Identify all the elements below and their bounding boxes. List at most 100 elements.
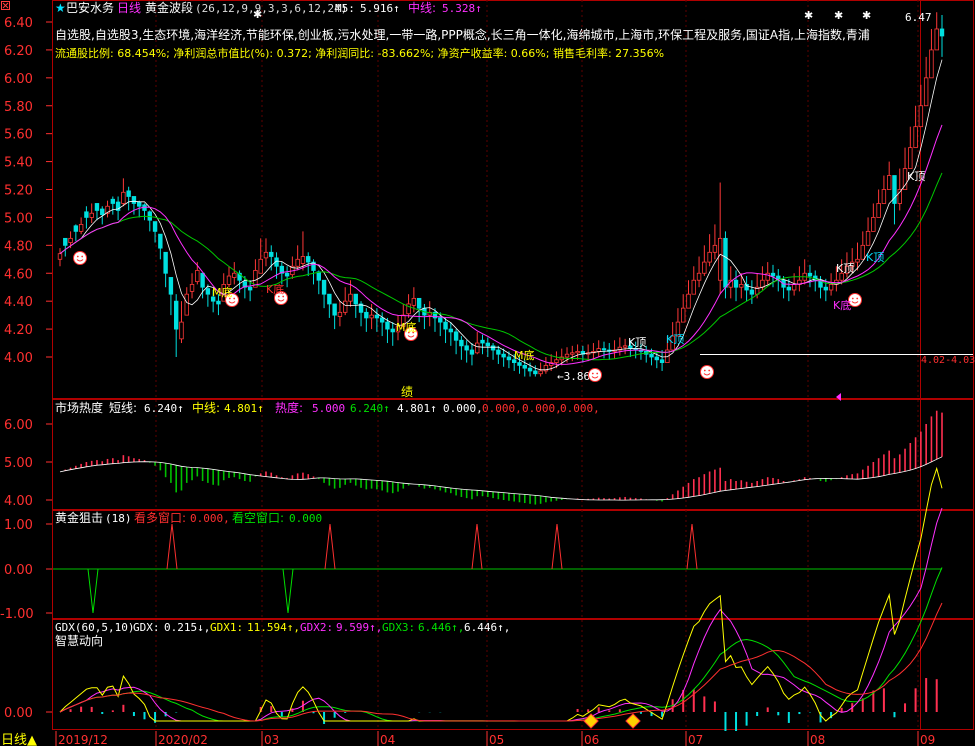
candle-body — [364, 311, 369, 319]
smiley-eye — [233, 297, 236, 300]
month-label: 09 — [920, 733, 935, 746]
candle-body — [443, 321, 448, 330]
candle-body — [490, 345, 496, 351]
candle-body — [459, 339, 464, 347]
candle-body — [770, 272, 776, 277]
candle-body — [226, 275, 232, 285]
candle-body — [533, 370, 538, 375]
k-top-label: K顶 — [907, 170, 925, 183]
candle-body — [284, 272, 290, 277]
candle-body — [506, 356, 512, 361]
mid-value: 5.328↑ — [442, 2, 482, 15]
candle-body — [480, 339, 485, 344]
low-price-label: ←3.86 — [557, 370, 590, 383]
k-bottom-label: K底 — [266, 282, 284, 296]
heat-v3: 0.000, — [443, 402, 483, 415]
gdx2-label: GDX2: — [300, 621, 333, 634]
date-axis: 日线▲ 2019/12 2020/02 03 04 05 06 07 08 09 — [0, 731, 975, 746]
candle-body — [327, 293, 332, 305]
candle-body — [94, 203, 100, 211]
candle-body — [369, 314, 374, 319]
candle-body — [918, 105, 924, 128]
gdx-label: GDX: — [133, 621, 160, 634]
candle-body — [934, 28, 939, 51]
candle-body — [269, 251, 274, 257]
close-icon[interactable] — [1, 1, 10, 10]
heat-title: 市场热度 — [55, 400, 103, 415]
bull-spike — [551, 523, 563, 570]
candle-body — [475, 342, 480, 354]
candle-body — [760, 279, 765, 288]
candle-body — [659, 359, 665, 363]
heat-mid-label: 中线: — [192, 400, 220, 415]
smiley-face — [700, 365, 714, 379]
smiley-eye — [81, 255, 84, 258]
candle-body — [263, 251, 269, 259]
smiley-icon — [73, 251, 87, 265]
candle-body — [374, 314, 380, 319]
period-toggle-button[interactable]: 日线▲ — [1, 733, 37, 746]
candle-body — [232, 272, 237, 278]
star-icon: ★ — [55, 1, 66, 15]
heat-short-value: 6.240↑ — [144, 402, 184, 415]
gdx-y-axis: 0.00 — [4, 706, 52, 721]
candle-body — [173, 300, 179, 330]
candle-body — [723, 237, 728, 288]
candle-body — [195, 270, 200, 283]
month-label: 04 — [380, 733, 395, 746]
candle-body — [733, 279, 739, 288]
candle-body — [78, 223, 84, 232]
y-tick-label: 6.20 — [4, 44, 33, 59]
perf-marker: 绩 — [401, 385, 413, 399]
candle-body — [57, 253, 63, 260]
candle-body — [464, 345, 469, 351]
gdx-extra-value: 6.446↑, — [464, 621, 510, 634]
m-bottom-label: M底 — [212, 285, 233, 299]
candle-body — [337, 311, 343, 317]
smiley-eye — [596, 372, 599, 375]
star-icon: ✱ — [253, 8, 262, 21]
bear-spike — [282, 568, 294, 614]
candle-body — [564, 353, 570, 358]
candle-body — [152, 221, 158, 232]
candle-body — [622, 345, 628, 348]
candle-body — [379, 317, 385, 323]
candle-body — [828, 284, 834, 291]
signal-markers: M底 K底 M底 M底 K顶 K顶 K顶 K顶 K底 K顶 ✱ ✱ ✱ ✱ — [73, 8, 925, 382]
smiley-eye — [708, 369, 711, 372]
y-tick-label: 6.00 — [4, 72, 33, 87]
k-top-label: K顶 — [666, 333, 684, 346]
candle-body — [295, 258, 300, 267]
month-label: 08 — [810, 733, 825, 746]
candle-body — [570, 352, 575, 355]
star-icon: ✱ — [804, 9, 813, 22]
month-label: 03 — [264, 733, 279, 746]
candle-body — [158, 233, 163, 249]
candle-body — [865, 230, 871, 246]
candle-body — [332, 303, 337, 316]
candle-body — [348, 293, 353, 302]
candle-body — [200, 272, 205, 288]
candle-body — [712, 244, 718, 253]
candle-body — [913, 126, 918, 149]
candle-body — [84, 211, 89, 218]
candle-body — [126, 190, 131, 197]
bear-spike — [87, 568, 99, 614]
k-top-label: K顶 — [866, 251, 884, 264]
y-tick-label: 5.00 — [4, 211, 33, 226]
candle-body — [189, 284, 195, 292]
heat-v4: 0.000, — [482, 402, 522, 415]
heat-v6: 0.000, — [560, 402, 600, 415]
candle-body — [686, 293, 691, 309]
candle-body — [691, 279, 696, 295]
smiley-icon — [588, 368, 602, 382]
gdx1-label: GDX1: — [210, 621, 243, 634]
candle-body — [517, 362, 522, 366]
bull-spike — [471, 523, 483, 570]
month-label: 07 — [688, 733, 703, 746]
m-bottom-label: M底 — [514, 348, 535, 362]
candles — [57, 12, 945, 377]
sniper-bull-value: 0.000, — [190, 512, 230, 525]
candle-body — [179, 321, 184, 340]
candle-body — [886, 175, 892, 190]
